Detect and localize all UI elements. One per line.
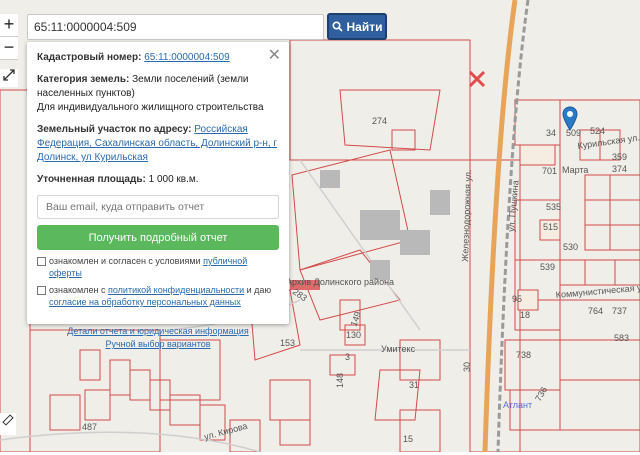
email-field[interactable] (38, 196, 278, 218)
label-737: 737 (612, 306, 627, 316)
label-130: 130 (346, 330, 361, 340)
consent-privacy-checkbox[interactable] (37, 286, 46, 295)
cadastral-label: Кадастровый номер: (37, 52, 142, 63)
label-738: 738 (516, 350, 531, 360)
label-153: 153 (280, 338, 295, 348)
consent-privacy-text: ознакомлен с (49, 285, 106, 295)
area-row: Уточненная площадь: 1 000 кв.м. (37, 173, 279, 187)
label-583: 583 (614, 333, 629, 343)
category-row: Категория земель: Земли поселений (земли… (37, 73, 279, 115)
email-field-wrapper (37, 195, 279, 219)
label-30: 30 (462, 362, 472, 372)
personal-data-link[interactable]: согласие на обработку персональных данны… (49, 297, 241, 307)
label-95: 95 (512, 294, 522, 304)
label-18: 18 (520, 310, 530, 320)
get-report-button[interactable]: Получить подробный отчет (37, 225, 279, 250)
label-15: 15 (403, 434, 413, 444)
zoom-in-icon: + (3, 14, 15, 34)
consent-offer-row: ознакомлен и согласен с условиями публич… (37, 255, 279, 279)
address-row: Земельный участок по адресу: Российская … (37, 123, 279, 165)
purpose-value: Для индивидуального жилищного строительс… (37, 102, 264, 113)
label-umitex: Умитекс (381, 344, 416, 354)
label-359: 359 (612, 152, 627, 162)
find-button[interactable]: Найти (327, 13, 387, 40)
zoom-out-icon: − (3, 37, 15, 57)
consent-offer-text: ознакомлен и согласен с условиями (49, 256, 201, 266)
address-label: Земельный участок по адресу: (37, 124, 192, 135)
label-374: 374 (612, 164, 627, 174)
popup-footer-links: Детали отчета и юридическая информация Р… (37, 325, 279, 351)
label-764: 764 (588, 306, 603, 316)
find-button-label: Найти (346, 19, 383, 34)
consent-privacy-mid: и даю (246, 285, 272, 295)
search-input[interactable] (28, 15, 323, 39)
label-274: 274 (372, 116, 387, 126)
label-701: 701 (542, 166, 557, 176)
area-label: Уточненная площадь: (37, 174, 146, 185)
expand-icon (3, 69, 15, 81)
fullscreen-button[interactable] (0, 69, 18, 87)
zoom-in-button[interactable]: + (0, 14, 18, 37)
label-34: 34 (546, 128, 556, 138)
parcel-info-popup: ✕ Кадастровый номер: 65:11:0000004:509 К… (27, 42, 289, 349)
label-archive: Архив Долинского района (286, 277, 394, 287)
label-marta: Марта (562, 165, 588, 175)
manual-selection-link[interactable]: Ручной выбор вариантов (105, 339, 210, 349)
ruler-icon (2, 414, 14, 426)
label-515: 515 (543, 222, 558, 232)
label-539: 539 (540, 262, 555, 272)
details-link[interactable]: Детали отчета и юридическая информация (67, 326, 248, 336)
privacy-policy-link[interactable]: политикой конфиденциальности (108, 285, 244, 295)
label-atlant: Атлант (503, 400, 532, 410)
label-535: 535 (546, 202, 561, 212)
label-3: 3 (345, 352, 350, 362)
measure-button[interactable] (0, 413, 16, 435)
close-icon[interactable]: ✕ (268, 45, 281, 65)
label-31: 31 (409, 380, 419, 390)
consent-privacy-row: ознакомлен с политикой конфиденциальност… (37, 284, 279, 308)
search-icon (331, 21, 343, 32)
label-487: 487 (82, 422, 97, 432)
consent-offer-checkbox[interactable] (37, 257, 46, 266)
category-label: Категория земель: (37, 74, 130, 85)
label-524: 524 (590, 126, 605, 136)
location-pin-icon[interactable] (562, 106, 578, 132)
label-530: 530 (563, 242, 578, 252)
label-148: 148 (335, 373, 345, 388)
cadastral-row: Кадастровый номер: 65:11:0000004:509 (37, 51, 279, 65)
cadastral-link[interactable]: 65:11:0000004:509 (144, 52, 229, 63)
area-value: 1 000 кв.м. (148, 174, 199, 185)
zoom-out-button[interactable]: − (0, 37, 18, 60)
cadastral-search (27, 14, 324, 40)
